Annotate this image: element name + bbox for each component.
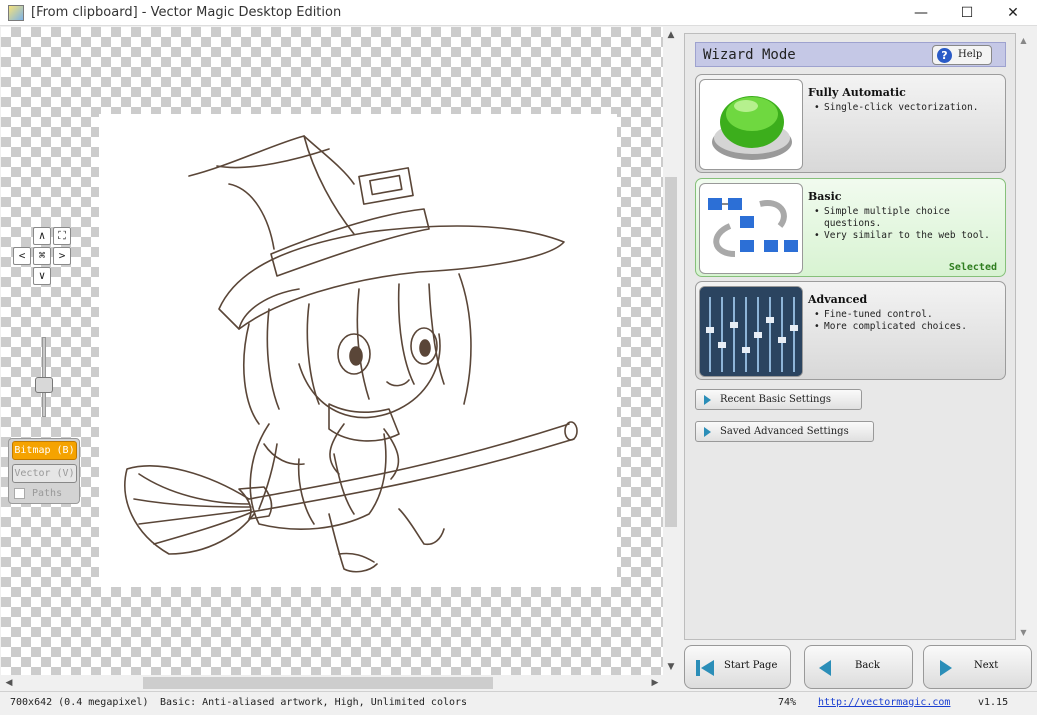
saved-advanced-settings-button[interactable]: Saved Advanced Settings: [695, 421, 874, 442]
wizard-panel: Wizard Mode ? Help Fully Automatic Singl…: [684, 33, 1016, 640]
image-canvas[interactable]: ∧ ⛶ < ⌘ > ∨ Bitmap (B) Vector (V) Paths: [1, 27, 663, 675]
scroll-left-icon[interactable]: ◀: [1, 675, 17, 691]
mode-bullet: More complicated choices.: [814, 321, 1002, 333]
wizard-title: Wizard Mode: [703, 47, 796, 63]
mixing-console-icon: [699, 286, 803, 377]
back-button[interactable]: Back: [804, 645, 913, 689]
mode-description: Simple multiple choice questions. Very s…: [814, 206, 1002, 242]
witch-sketch-image: [124, 135, 578, 573]
start-page-label: Start Page: [724, 660, 778, 671]
scroll-down-icon[interactable]: ▼: [1016, 625, 1031, 640]
next-label: Next: [974, 660, 999, 671]
mode-bullet: Single-click vectorization.: [814, 102, 1002, 114]
wizard-header: Wizard Mode ? Help: [695, 42, 1006, 67]
selected-badge: Selected: [948, 262, 997, 273]
paths-label: Paths: [32, 488, 63, 499]
panel-vertical-scrollbar[interactable]: ▲ ▼: [1016, 33, 1031, 640]
workflow-blocks-icon: [699, 183, 803, 274]
canvas-vertical-scrollbar[interactable]: ▲ ▼: [663, 27, 679, 675]
help-label: Help: [958, 49, 983, 60]
paths-toggle[interactable]: Paths: [12, 487, 77, 502]
app-icon: [8, 5, 24, 21]
green-button-icon: [699, 79, 803, 170]
expand-triangle-icon: [704, 427, 711, 437]
skip-to-start-icon: [696, 660, 714, 676]
mode-description: Fine-tuned control. More complicated cho…: [814, 309, 1002, 333]
settings-summary: Basic: Anti-aliased artwork, High, Unlim…: [160, 697, 468, 708]
pan-left-button[interactable]: <: [13, 247, 31, 265]
mode-bullet: Simple multiple choice questions.: [814, 206, 1002, 230]
mode-description: Single-click vectorization.: [814, 102, 1002, 114]
mode-bullet: Fine-tuned control.: [814, 309, 1002, 321]
canvas-horizontal-scrollbar[interactable]: ◀ ▶: [1, 675, 663, 691]
expand-triangle-icon: [704, 395, 711, 405]
pan-down-button[interactable]: ∨: [33, 267, 51, 285]
image-info: 700x642 (0.4 megapixel): [10, 697, 149, 708]
fit-view-icon[interactable]: ⛶: [53, 227, 71, 245]
center-view-icon[interactable]: ⌘: [33, 247, 51, 265]
mode-title: Basic: [808, 190, 842, 203]
version-label: v1.15: [978, 697, 1009, 708]
vertical-scroll-thumb[interactable]: [665, 177, 677, 527]
minimize-button[interactable]: —: [898, 0, 944, 26]
zoom-slider-handle[interactable]: [35, 377, 53, 393]
back-arrow-icon: [819, 660, 831, 676]
mode-title: Fully Automatic: [808, 86, 906, 99]
recent-basic-settings-label: Recent Basic Settings: [720, 394, 832, 405]
pan-up-button[interactable]: ∧: [33, 227, 51, 245]
horizontal-scroll-thumb[interactable]: [143, 677, 493, 689]
scroll-up-icon[interactable]: ▲: [663, 27, 679, 43]
status-bar: 700x642 (0.4 megapixel) Basic: Anti-alia…: [0, 691, 1037, 715]
scroll-right-icon[interactable]: ▶: [647, 675, 663, 691]
close-button[interactable]: ✕: [990, 0, 1036, 26]
maximize-button[interactable]: ☐: [944, 0, 990, 26]
recent-basic-settings-button[interactable]: Recent Basic Settings: [695, 389, 862, 410]
scroll-down-icon[interactable]: ▼: [663, 659, 679, 675]
bitmap-image: [99, 114, 617, 587]
back-label: Back: [855, 660, 880, 671]
paths-checkbox[interactable]: [14, 488, 25, 499]
scroll-up-icon[interactable]: ▲: [1016, 33, 1031, 48]
title-bar: [From clipboard] - Vector Magic Desktop …: [0, 0, 1037, 26]
mode-card-fully-automatic[interactable]: Fully Automatic Single-click vectorizati…: [695, 74, 1006, 173]
mode-card-basic[interactable]: Basic Simple multiple choice questions. …: [695, 178, 1006, 277]
bitmap-view-button[interactable]: Bitmap (B): [12, 441, 77, 460]
mode-title: Advanced: [808, 293, 868, 306]
start-page-button[interactable]: Start Page: [684, 645, 791, 689]
help-question-icon: ?: [937, 48, 952, 63]
vector-view-button[interactable]: Vector (V): [12, 464, 77, 483]
view-mode-panel: Bitmap (B) Vector (V) Paths: [8, 438, 80, 504]
saved-advanced-settings-label: Saved Advanced Settings: [720, 426, 849, 437]
window-title: [From clipboard] - Vector Magic Desktop …: [31, 5, 342, 20]
next-arrow-icon: [940, 660, 952, 676]
mode-bullet: Very similar to the web tool.: [814, 230, 1002, 242]
next-button[interactable]: Next: [923, 645, 1032, 689]
zoom-level: 74%: [778, 697, 797, 708]
help-button[interactable]: ? Help: [932, 45, 992, 65]
website-link[interactable]: http://vectormagic.com: [818, 697, 950, 708]
mode-card-advanced[interactable]: Advanced Fine-tuned control. More compli…: [695, 281, 1006, 380]
pan-right-button[interactable]: >: [53, 247, 71, 265]
